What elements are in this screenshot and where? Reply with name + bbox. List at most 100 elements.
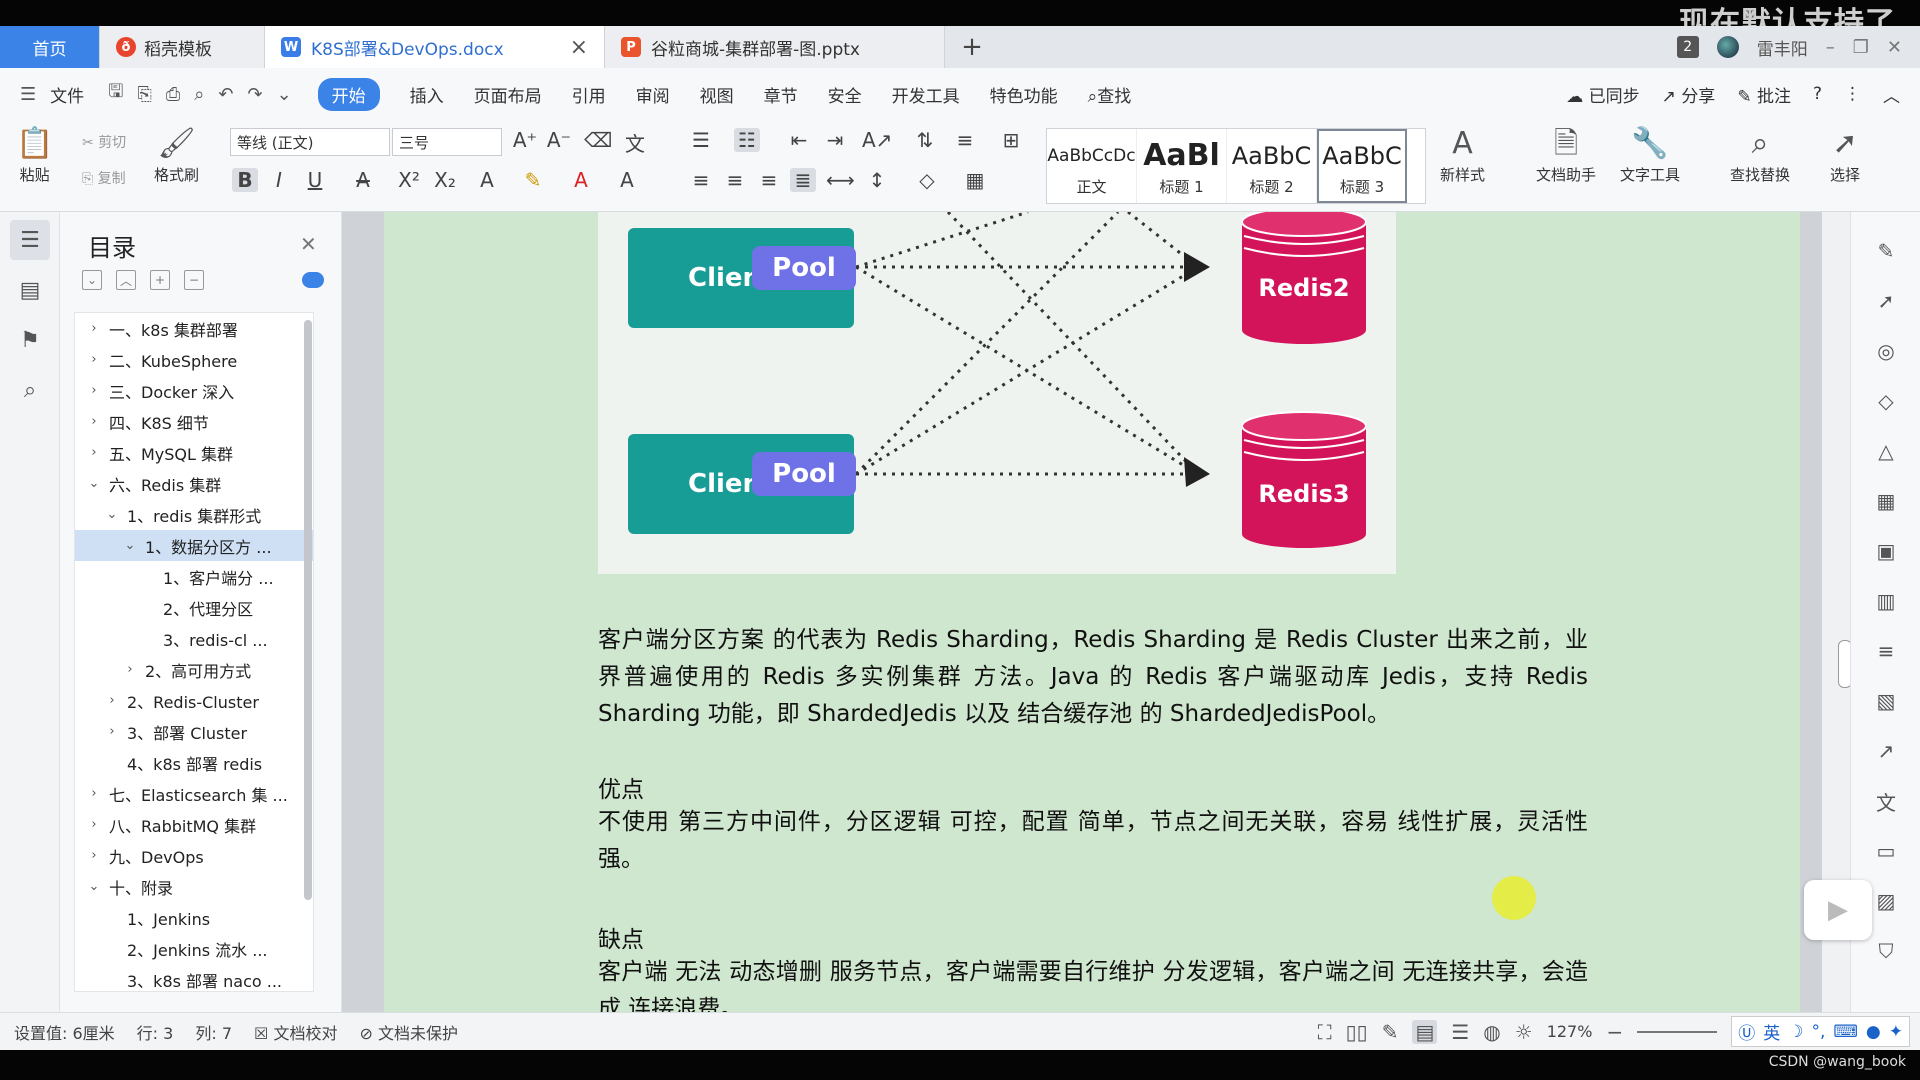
pointer-icon[interactable]: ➚ (1851, 276, 1920, 326)
align-left-icon[interactable]: ≡ (688, 168, 714, 192)
doc-assistant-button[interactable]: 🗎 文档助手 (1536, 124, 1596, 185)
collapse-ribbon-icon[interactable]: ︿ (1883, 82, 1900, 107)
menu-file[interactable]: 文件 (50, 82, 84, 107)
sort-icon[interactable]: ⇅ (912, 128, 938, 152)
chevron-right-icon[interactable]: › (85, 817, 103, 832)
justify-icon[interactable]: ≣ (790, 168, 816, 192)
font-color-icon[interactable]: A (568, 168, 594, 192)
archive-icon[interactable]: ▭ (1851, 826, 1920, 876)
chevron-right-icon[interactable]: › (85, 383, 103, 398)
style-normal[interactable]: AaBbCcDc 正文 (1047, 129, 1137, 203)
ime-toolbar[interactable]: Ⓤ 英 ☽ °, ⌨ ● ✦ (1731, 1016, 1910, 1047)
toc-item[interactable]: 1、Jenkins (75, 902, 313, 933)
font-name-select[interactable]: 等线 (正文) (230, 128, 390, 156)
select-button[interactable]: ➚ 选择 (1830, 124, 1860, 185)
table-icon[interactable]: ▦ (1851, 476, 1920, 526)
style-heading-1[interactable]: AaBl 标题 1 (1137, 129, 1227, 203)
chevron-right-icon[interactable]: › (103, 693, 121, 708)
toc-item[interactable]: 2、代理分区 (75, 592, 313, 623)
expand-all-icon[interactable]: ⌄ (82, 270, 102, 290)
collapse-all-icon[interactable]: ︿ (116, 270, 136, 290)
highlight-icon[interactable]: ✎ (520, 168, 546, 192)
toc-item[interactable]: 2、Jenkins 流水 ... (75, 933, 313, 964)
toc-item[interactable]: 3、k8s 部署 naco ... (75, 964, 313, 991)
toc-item[interactable]: › 四、K8S 细节 (75, 406, 313, 437)
toc-item[interactable]: ⌄ 六、Redis 集群 (75, 468, 313, 499)
close-window-icon[interactable]: ✕ (1887, 37, 1902, 58)
zoom-level[interactable]: 127% (1547, 1022, 1593, 1041)
menu-insert[interactable]: 插入 (410, 82, 444, 107)
menu-developer[interactable]: 开发工具 (892, 82, 960, 107)
bookmark-icon[interactable]: ⚑ (10, 320, 50, 360)
window-count-badge[interactable]: 2 (1676, 36, 1699, 58)
close-tab-icon[interactable]: × (570, 35, 588, 60)
reading-mode-icon[interactable]: ▯▯ (1346, 1020, 1368, 1044)
page-view-icon[interactable]: ▤ (1412, 1019, 1438, 1044)
chevron-right-icon[interactable]: › (85, 352, 103, 367)
italic-icon[interactable]: I (266, 168, 292, 192)
spacing-icon[interactable]: ↕ (864, 168, 890, 192)
pros-paragraph[interactable]: 不使用 第三方中间件，分区逻辑 可控，配置 简单，节点之间无关联，容易 线性扩展… (598, 804, 1588, 878)
eye-care-icon[interactable]: ☼ (1515, 1020, 1533, 1044)
play-video-icon[interactable]: ▶ (1804, 880, 1872, 940)
toc-item[interactable]: › 九、DevOps (75, 840, 313, 871)
chevron-right-icon[interactable]: › (103, 724, 121, 739)
toc-item[interactable]: › 2、Redis-Cluster (75, 685, 313, 716)
distributed-icon[interactable]: ⟷ (826, 168, 855, 192)
menu-page-layout[interactable]: 页面布局 (474, 82, 542, 107)
toc-item[interactable]: › 二、KubeSphere (75, 344, 313, 375)
zoom-out-icon[interactable]: − (1606, 1020, 1623, 1044)
clear-format-icon[interactable]: ⌫ (584, 128, 612, 152)
superscript-icon[interactable]: X² (396, 168, 422, 192)
outline-view-icon[interactable]: ☰ (1451, 1020, 1469, 1044)
undo-icon[interactable]: ↶ (218, 84, 233, 105)
chevron-right-icon[interactable]: › (85, 848, 103, 863)
user-name[interactable]: 雷丰阳 (1757, 35, 1808, 60)
strikethrough-icon[interactable]: A (350, 168, 376, 192)
cut-button[interactable]: ✂ 剪切 (82, 132, 126, 152)
font-size-select[interactable]: 三号 (392, 128, 502, 156)
shrink-font-icon[interactable]: A⁻ (546, 128, 572, 152)
menu-view[interactable]: 视图 (700, 82, 734, 107)
tab-docer-templates[interactable]: ð 稻壳模板 (100, 26, 265, 68)
tab-doc-active[interactable]: W K8S部署&DevOps.docx × (265, 26, 605, 68)
write-mode-icon[interactable]: ✎ (1382, 1020, 1399, 1044)
table-layout-icon[interactable]: ⊞ (998, 128, 1024, 152)
format-painter-button[interactable]: 🖌 格式刷 (154, 124, 199, 185)
apps-icon[interactable]: ▣ (1851, 526, 1920, 576)
bold-icon[interactable]: B (232, 168, 258, 192)
cons-heading[interactable]: 缺点 (598, 920, 644, 954)
shading-icon[interactable]: ◇ (914, 168, 940, 192)
shapes-icon[interactable]: ◇ (1851, 376, 1920, 426)
settings-icon[interactable]: ≡ (1851, 626, 1920, 676)
sync-status[interactable]: ☁ 已同步 (1566, 82, 1639, 107)
more-icon[interactable]: ⋮ (1844, 84, 1861, 104)
toc-item[interactable]: › 2、高可用方式 (75, 654, 313, 685)
chevron-right-icon[interactable]: › (85, 445, 103, 460)
find-replace-button[interactable]: ⌕ 查找替换 (1730, 124, 1790, 185)
find-pane-icon[interactable]: ⌕ (10, 370, 50, 410)
toc-item[interactable]: 1、客户端分 ... (75, 561, 313, 592)
paragraph-client-sharding[interactable]: 客户端分区方案 的代表为 Redis Sharding，Redis Shardi… (598, 622, 1588, 733)
menu-features[interactable]: 特色功能 (990, 82, 1058, 107)
numbering-icon[interactable]: ☷ (734, 128, 760, 152)
line-spacing-icon[interactable]: ≡ (952, 128, 978, 152)
chevron-down-icon[interactable]: ⌄ (85, 879, 103, 894)
menu-security[interactable]: 安全 (828, 82, 862, 107)
save-icon[interactable]: 🖫 (108, 79, 123, 109)
export-share-icon[interactable]: ↗ (1851, 726, 1920, 776)
underline-icon[interactable]: U (302, 168, 328, 192)
new-tab-button[interactable]: + (945, 26, 999, 68)
chevron-down-icon[interactable]: ⌄ (103, 507, 121, 522)
chevron-down-icon[interactable]: ⌄ (85, 476, 103, 491)
triangle-icon[interactable]: △ (1851, 426, 1920, 476)
toc-item[interactable]: › 三、Docker 深入 (75, 375, 313, 406)
chevron-down-icon[interactable]: ⌄ (121, 538, 139, 553)
toc-item[interactable]: › 一、k8s 集群部署 (75, 313, 313, 344)
toc-item[interactable]: › 八、RabbitMQ 集群 (75, 809, 313, 840)
toc-item[interactable]: 3、redis-cl ... (75, 623, 313, 654)
text-direction-icon[interactable]: A↗ (862, 128, 892, 152)
web-view-icon[interactable]: ◍ (1483, 1020, 1500, 1044)
fullscreen-icon[interactable]: ⛶ (1318, 1020, 1332, 1044)
phonetic-icon[interactable]: 文 (622, 128, 648, 157)
